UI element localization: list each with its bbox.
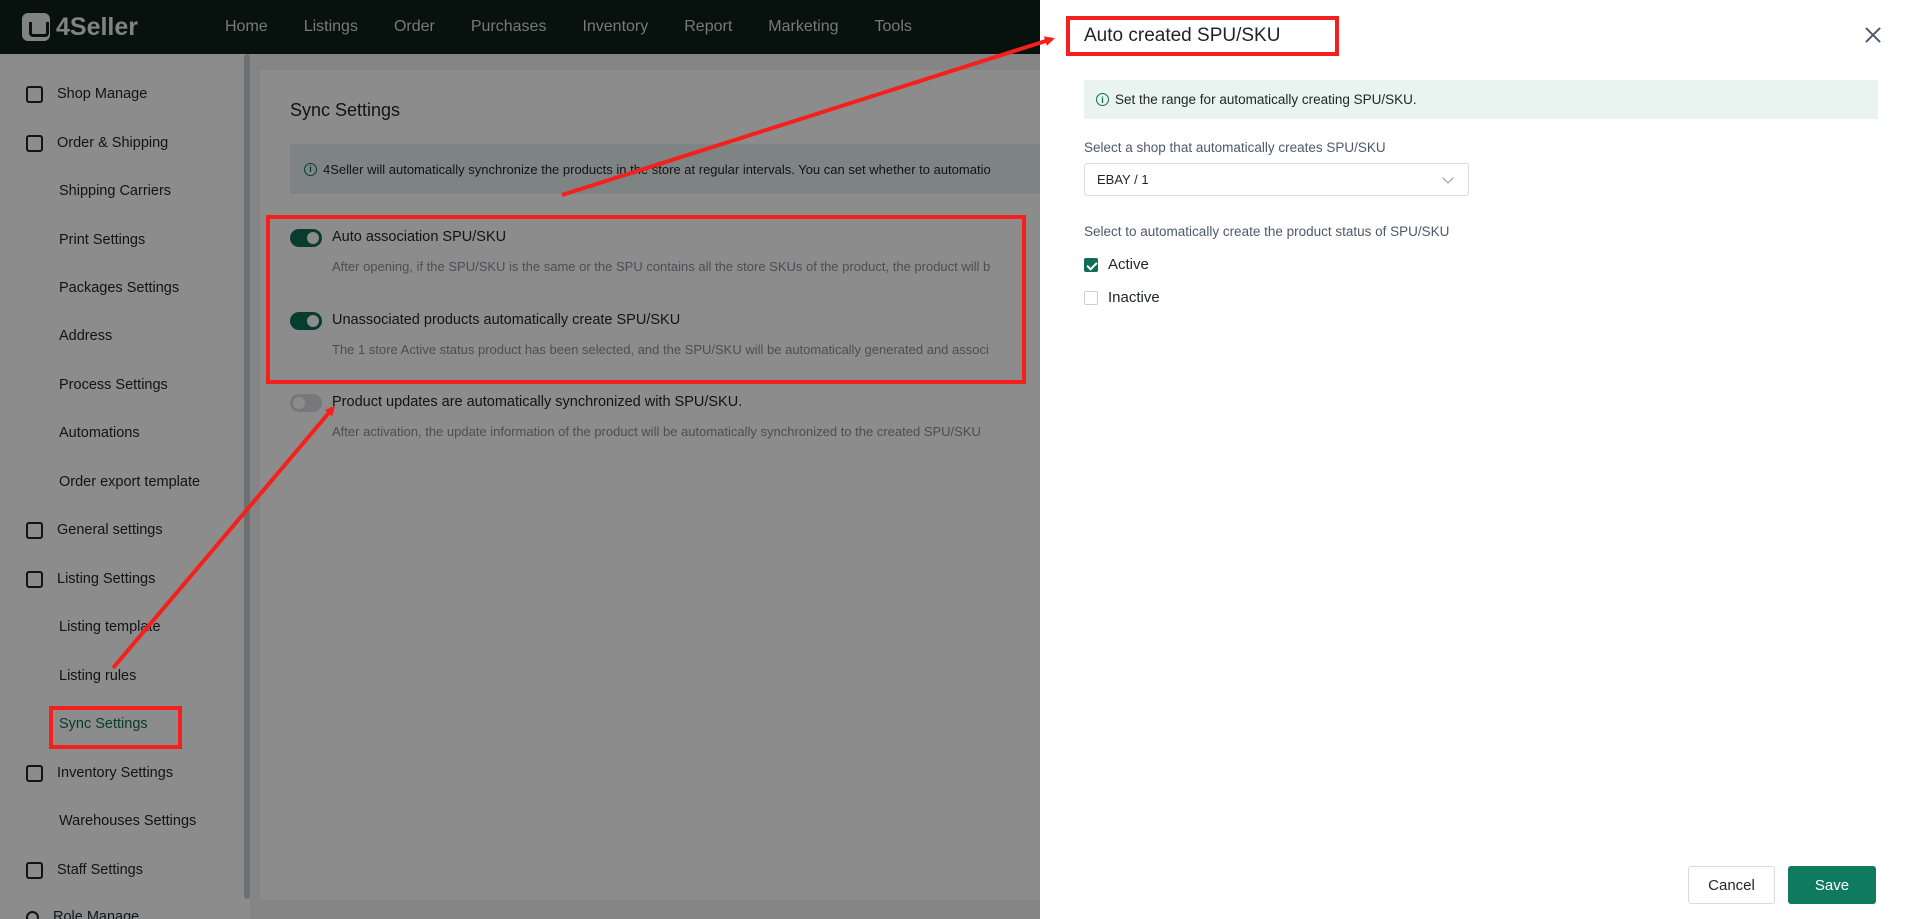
chevron-down-icon [1442,172,1454,184]
shop-select[interactable]: EBAY / 1 [1084,163,1469,196]
checkbox-inactive[interactable]: Inactive [1084,289,1160,306]
checkbox-checked-icon[interactable] [1084,257,1098,272]
info-icon: i [1096,93,1109,106]
checkbox-label: Inactive [1108,289,1160,306]
checkbox-label: Active [1108,256,1149,273]
checkbox-unchecked-icon[interactable] [1084,290,1098,305]
shop-select-value: EBAY / 1 [1097,172,1149,187]
cancel-button[interactable]: Cancel [1688,866,1775,904]
drawer-info-text: Set the range for automatically creating… [1115,92,1417,107]
annotation-box-sync-settings [49,706,182,749]
annotation-box-settings [266,215,1026,384]
modal-overlay[interactable] [0,0,1040,919]
auto-create-drawer: Auto created SPU/SKU i Set the range for… [1040,0,1918,919]
drawer-info-banner: i Set the range for automatically creati… [1084,80,1878,119]
checkbox-active[interactable]: Active [1084,256,1149,273]
shop-select-label: Select a shop that automatically creates… [1084,140,1386,155]
status-label: Select to automatically create the produ… [1084,224,1450,239]
save-button[interactable]: Save [1788,866,1876,904]
annotation-box-title [1066,16,1339,56]
close-icon[interactable] [1862,24,1884,46]
